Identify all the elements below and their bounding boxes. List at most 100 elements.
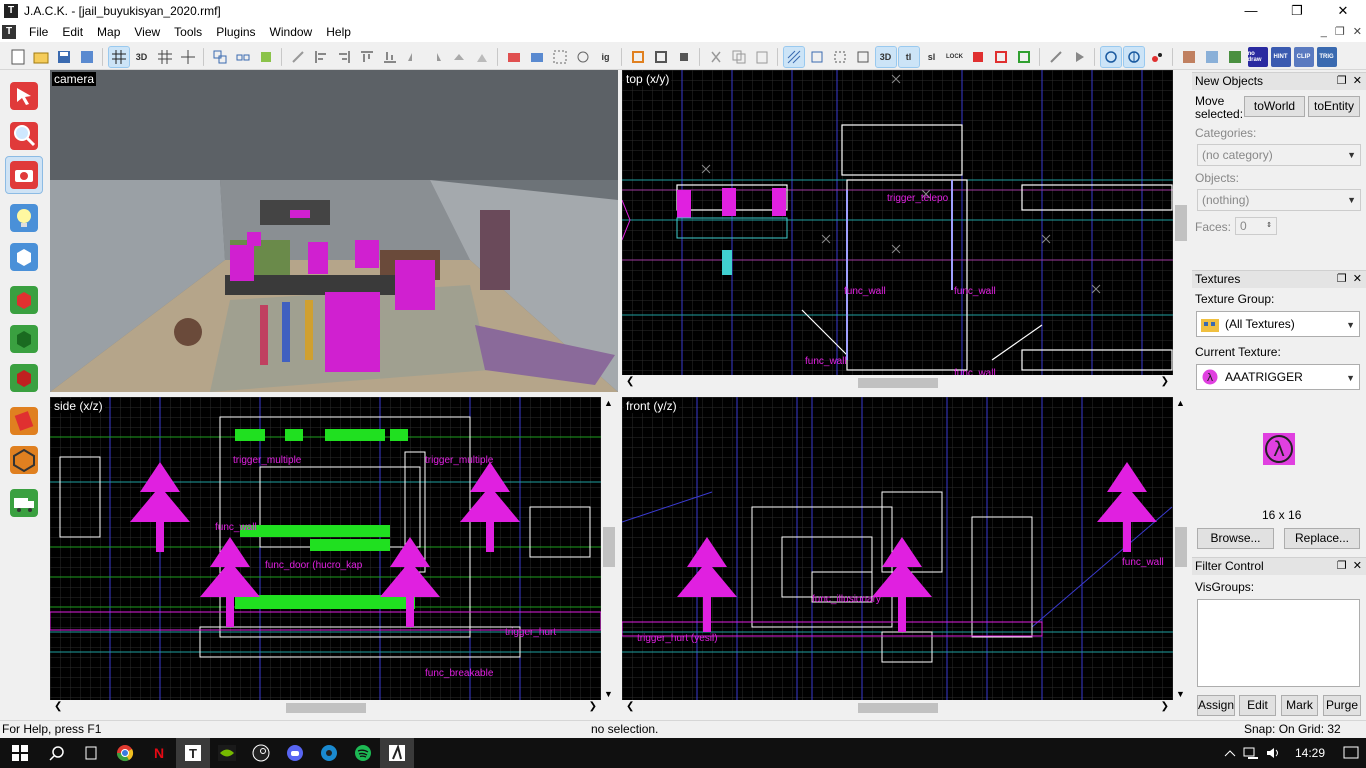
edit-button[interactable]: Edit xyxy=(1239,695,1276,716)
maximize-button[interactable]: ❐ xyxy=(1274,0,1320,22)
top-viewport-vscroll[interactable] xyxy=(1173,70,1189,375)
nodraw-texture-icon[interactable]: no draw xyxy=(1247,46,1268,67)
visgroups-list[interactable] xyxy=(1197,599,1360,687)
to-entity-button[interactable]: toEntity xyxy=(1308,96,1360,117)
align-bottom-icon[interactable] xyxy=(380,47,400,67)
spotify-icon[interactable] xyxy=(346,738,380,768)
spinner-arrows-icon[interactable]: ⇕ xyxy=(1266,218,1272,234)
new-file-icon[interactable] xyxy=(8,47,28,67)
tie-to-entity-icon[interactable] xyxy=(651,47,671,67)
discord-icon[interactable] xyxy=(278,738,312,768)
flip-vertical-icon[interactable] xyxy=(426,47,446,67)
scroll-down-icon[interactable]: ▼ xyxy=(1176,689,1185,699)
close-panel-icon[interactable]: ✕ xyxy=(1353,75,1362,87)
texture-group-dropdown[interactable]: (All Textures) ▼ xyxy=(1196,311,1360,337)
menu-edit[interactable]: Edit xyxy=(55,22,90,42)
toggle-handles-icon[interactable] xyxy=(853,47,873,67)
sky-texture-icon[interactable] xyxy=(1225,47,1245,67)
save-as-icon[interactable] xyxy=(77,47,97,67)
document-icon[interactable]: T xyxy=(2,25,16,39)
vertex-manipulation-tool-icon[interactable] xyxy=(6,442,42,478)
decal-tool-icon[interactable] xyxy=(6,360,42,396)
color-icon[interactable] xyxy=(1147,47,1167,67)
front-viewport-hscroll[interactable]: ❮ ❯ xyxy=(622,700,1173,716)
open-file-icon[interactable] xyxy=(31,47,51,67)
volume-icon[interactable] xyxy=(1262,738,1284,768)
texture-lock-icon[interactable] xyxy=(256,47,276,67)
front-viewport-vscroll[interactable]: ▲ ▼ xyxy=(1173,397,1189,700)
scroll-left-icon[interactable]: ❮ xyxy=(626,701,634,712)
current-texture-dropdown[interactable]: λ AAATRIGGER ▼ xyxy=(1196,364,1360,390)
close-panel-icon[interactable]: ✕ xyxy=(1353,560,1362,572)
copy-icon[interactable] xyxy=(729,47,749,67)
3d-view-icon[interactable]: 3D xyxy=(874,45,897,68)
top-viewport[interactable]: trigger_telepo func_wall func_wall func_… xyxy=(622,70,1173,375)
align-left-icon[interactable] xyxy=(311,47,331,67)
scroll-right-icon[interactable]: ❯ xyxy=(589,701,597,712)
start-icon[interactable] xyxy=(0,738,40,768)
rotate-view-icon[interactable] xyxy=(1099,45,1122,68)
camera-viewport[interactable]: camera xyxy=(50,70,618,392)
scroll-up-icon[interactable]: ▲ xyxy=(604,398,613,408)
side-viewport[interactable]: trigger_multiple trigger_multiple func_w… xyxy=(50,397,601,700)
chrome-icon[interactable] xyxy=(108,738,142,768)
to-world-button[interactable]: toWorld xyxy=(1244,96,1305,117)
mdi-close-button[interactable]: ✕ xyxy=(1353,22,1362,42)
show-all-icon[interactable] xyxy=(1014,47,1034,67)
scroll-down-icon[interactable]: ▼ xyxy=(604,689,613,699)
hollow-icon[interactable] xyxy=(628,47,648,67)
edge-icon[interactable] xyxy=(312,738,346,768)
rotate-left-icon[interactable] xyxy=(449,47,469,67)
objects-dropdown[interactable]: (nothing) ▼ xyxy=(1197,189,1361,211)
menu-help[interactable]: Help xyxy=(319,22,358,42)
trigger-texture-icon[interactable]: TRIG xyxy=(1316,46,1337,67)
nvidia-icon[interactable] xyxy=(210,738,244,768)
wireframe-icon[interactable] xyxy=(807,47,827,67)
side-viewport-hscroll[interactable]: ❮ ❯ xyxy=(50,700,601,716)
browse-button[interactable]: Browse... xyxy=(1197,528,1274,549)
path-tool-icon[interactable] xyxy=(6,485,42,521)
dock-icon[interactable]: ❐ xyxy=(1337,273,1347,285)
taskbar-clock[interactable]: 14:29 xyxy=(1284,746,1336,760)
close-button[interactable]: ✕ xyxy=(1320,0,1366,22)
task-view-icon[interactable] xyxy=(74,738,108,768)
purge-button[interactable]: Purge xyxy=(1323,695,1361,716)
menu-file[interactable]: File xyxy=(22,22,55,42)
compile-icon[interactable] xyxy=(1046,47,1066,67)
dock-icon[interactable]: ❐ xyxy=(1337,560,1347,572)
menu-plugins[interactable]: Plugins xyxy=(209,22,262,42)
kade-icon[interactable] xyxy=(380,738,414,768)
select-all-icon[interactable] xyxy=(573,47,593,67)
texture-browser-icon[interactable] xyxy=(1202,47,1222,67)
cut-icon[interactable] xyxy=(706,47,726,67)
save-icon[interactable] xyxy=(54,47,74,67)
hide-selected-icon[interactable] xyxy=(991,47,1011,67)
mark-button[interactable]: Mark xyxy=(1281,695,1318,716)
selection-tool-icon[interactable] xyxy=(6,78,42,114)
rotate-right-icon[interactable] xyxy=(472,47,492,67)
clipping-tool-icon[interactable] xyxy=(6,403,42,439)
run-map-icon[interactable] xyxy=(1069,47,1089,67)
entity-tool-icon[interactable] xyxy=(6,200,42,236)
assign-button[interactable]: Assign xyxy=(1197,695,1235,716)
network-icon[interactable] xyxy=(1240,738,1262,768)
scroll-left-icon[interactable]: ❮ xyxy=(626,376,634,387)
hint-texture-icon[interactable]: HINT xyxy=(1270,46,1291,67)
mdi-minimize-button[interactable]: _ xyxy=(1321,22,1327,42)
minimize-button[interactable]: — xyxy=(1228,0,1274,22)
lock-icon[interactable]: LOCK xyxy=(945,47,965,67)
apply-current-texture-tool-icon[interactable] xyxy=(6,321,42,357)
close-panel-icon[interactable]: ✕ xyxy=(1353,273,1362,285)
carve-icon[interactable] xyxy=(288,47,308,67)
steam-icon[interactable] xyxy=(244,738,278,768)
center-views-icon[interactable] xyxy=(550,47,570,67)
paste-icon[interactable] xyxy=(752,47,772,67)
mdi-restore-button[interactable]: ❐ xyxy=(1335,22,1345,42)
top-viewport-hscroll[interactable]: ❮ ❯ xyxy=(622,375,1173,391)
texture-view-icon[interactable] xyxy=(782,45,805,68)
front-viewport[interactable]: func_illusionary trigger_hurt (yesil) fu… xyxy=(622,397,1173,700)
scroll-right-icon[interactable]: ❯ xyxy=(1161,376,1169,387)
categories-dropdown[interactable]: (no category) ▼ xyxy=(1197,144,1361,166)
scale-lock-icon[interactable]: sl xyxy=(922,47,942,67)
jack-icon[interactable]: T xyxy=(176,738,210,768)
